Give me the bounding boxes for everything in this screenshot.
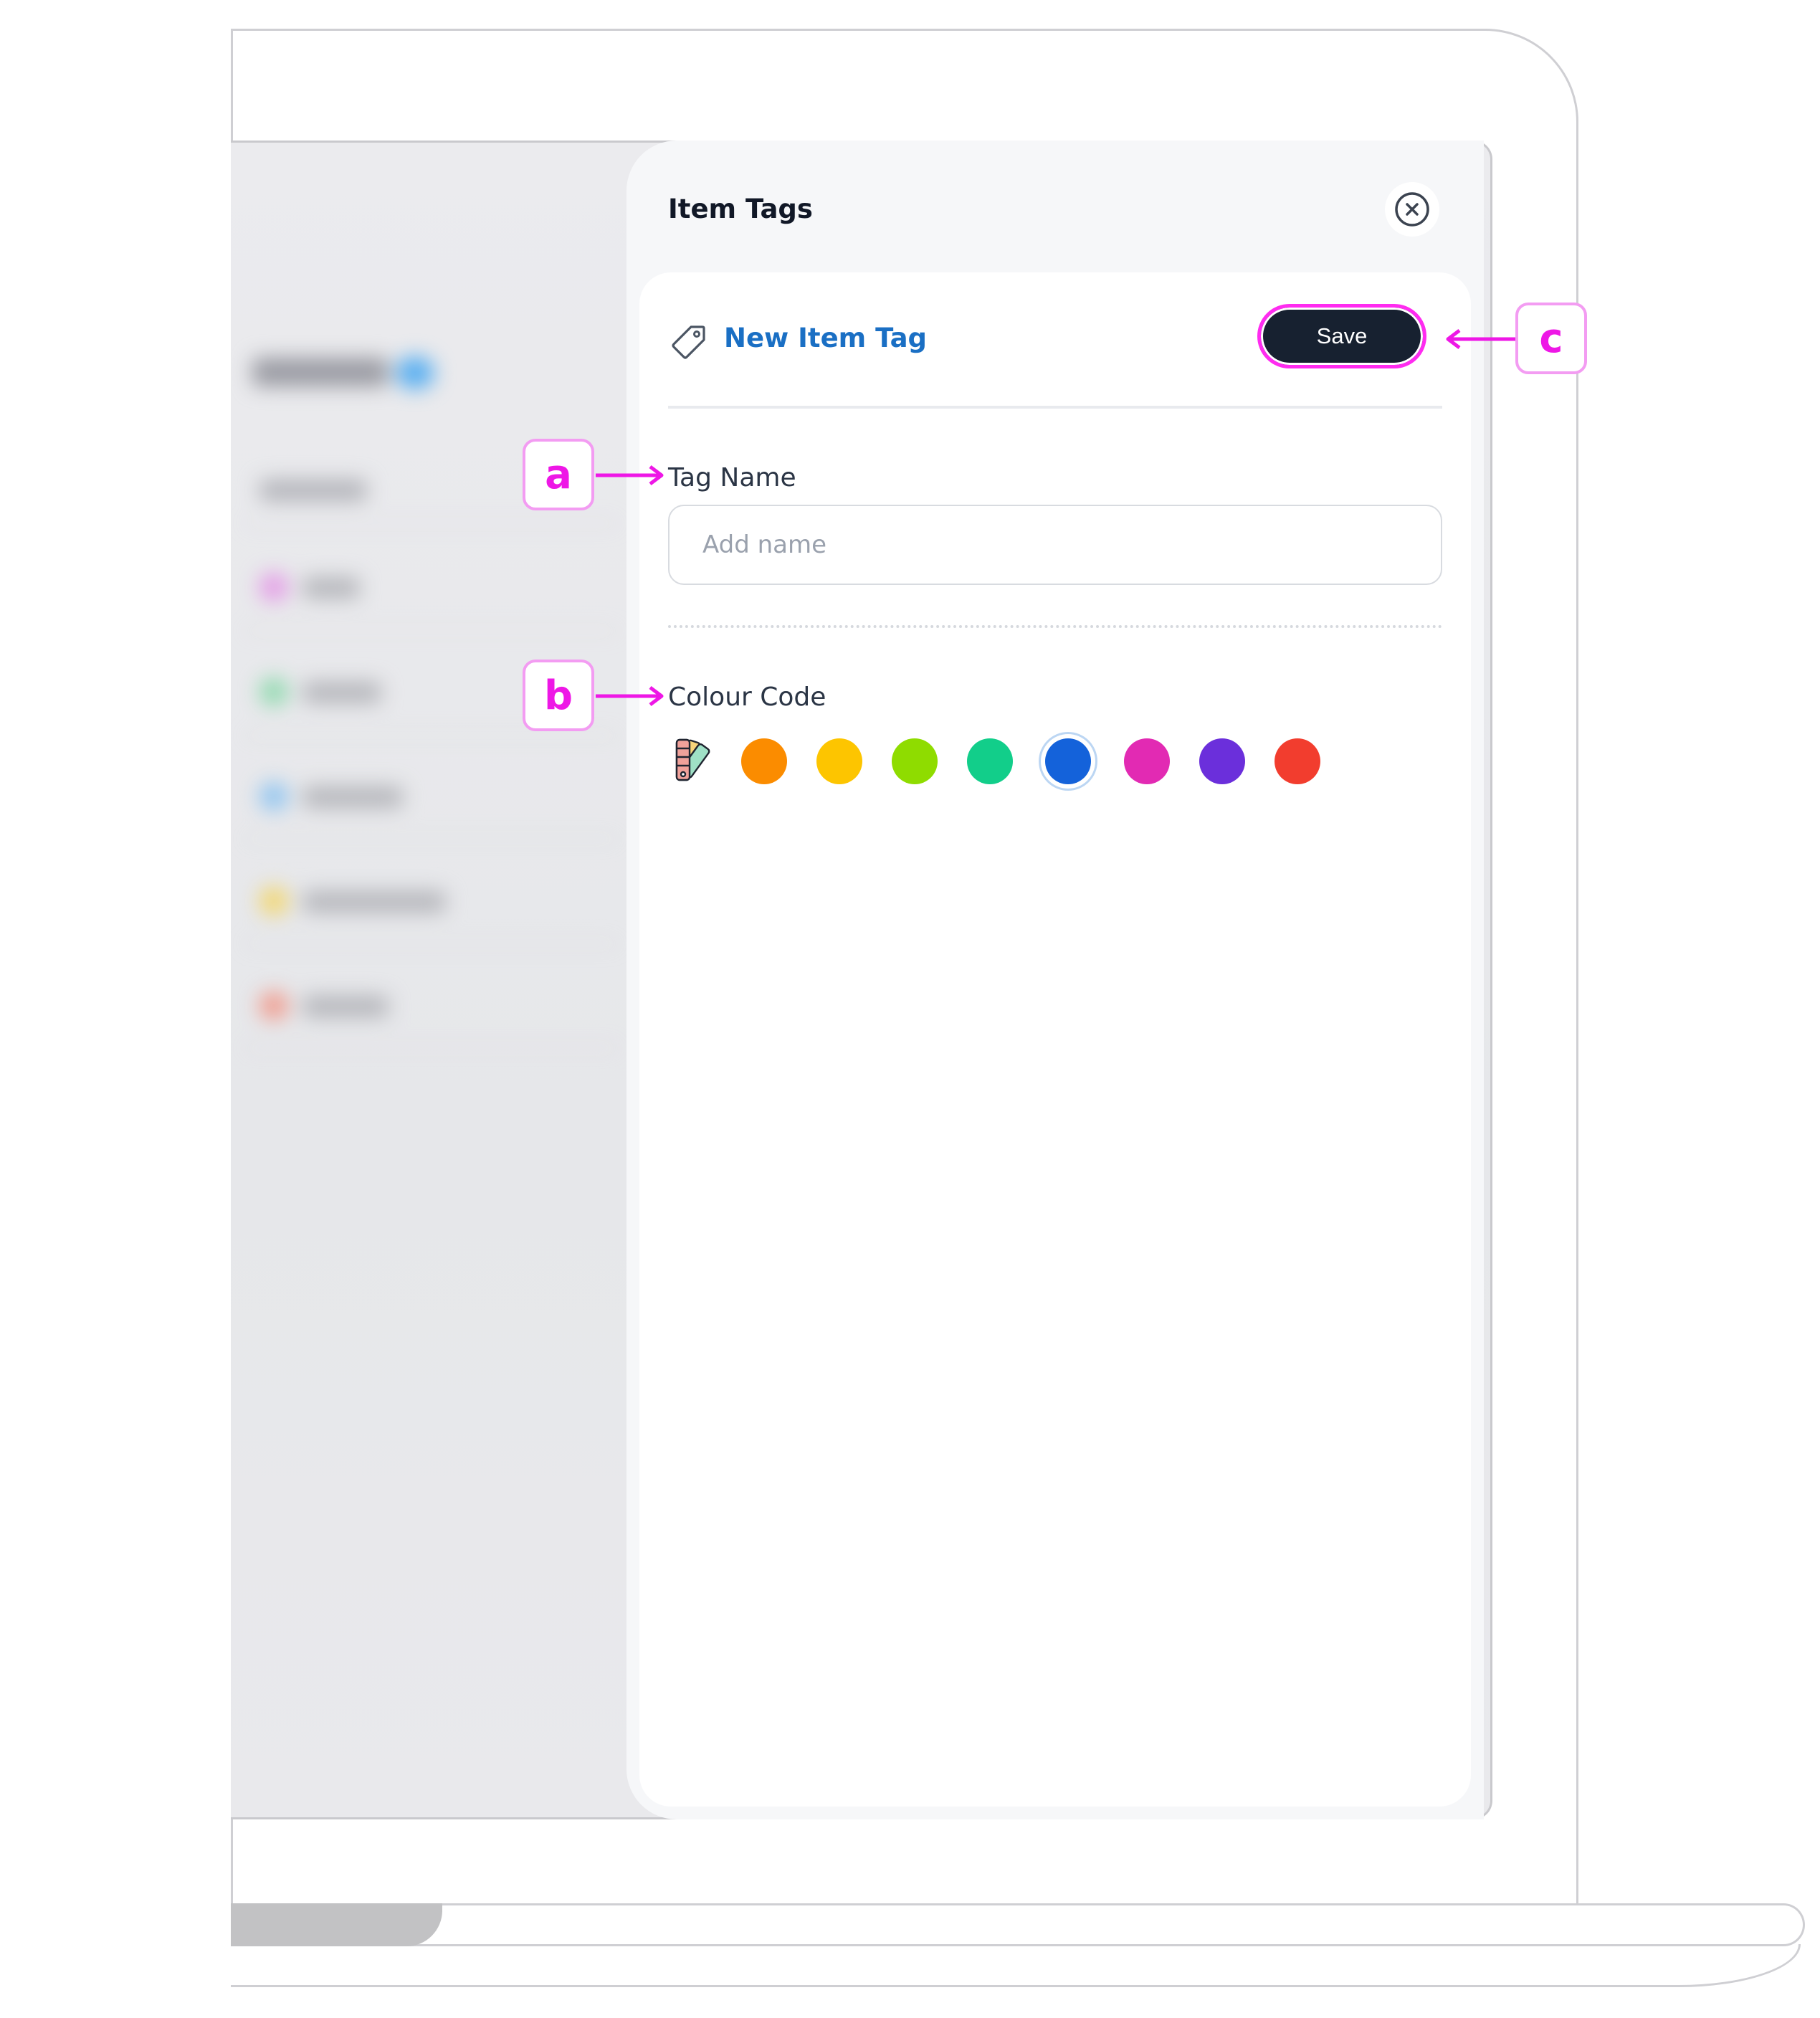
- laptop-bottom-edge: [231, 1944, 1801, 1987]
- laptop-base-notch: [231, 1903, 442, 1946]
- colour-code-label: Colour Code: [668, 682, 826, 712]
- swatch-blue[interactable]: [1045, 738, 1091, 784]
- annotation-arrow-a: [596, 465, 664, 485]
- swatch-red[interactable]: [1275, 738, 1320, 784]
- blurred-row: [302, 682, 381, 703]
- swatch-lime[interactable]: [892, 738, 938, 784]
- annotation-a: a: [523, 439, 594, 510]
- swatch-magenta[interactable]: [1124, 738, 1170, 784]
- blurred-row: [259, 480, 367, 501]
- blurred-divider: [245, 1047, 618, 1049]
- item-tags-panel: Item Tags New Item Tag Save Tag Name Col…: [626, 141, 1484, 1819]
- swatch-orange[interactable]: [741, 738, 787, 784]
- tag-icon: [672, 325, 705, 359]
- blurred-divider: [245, 838, 618, 839]
- blurred-background-app: [231, 143, 632, 1817]
- blurred-divider: [245, 735, 618, 736]
- blurred-badge: [396, 356, 434, 389]
- blurred-row: [302, 577, 360, 599]
- annotation-c: c: [1515, 303, 1587, 374]
- laptop-base: [231, 1903, 1805, 1946]
- blurred-dot: [259, 887, 288, 915]
- blurred-dot: [259, 782, 288, 811]
- blurred-title: [252, 358, 389, 386]
- tag-name-label: Tag Name: [668, 463, 796, 492]
- blurred-divider: [245, 943, 618, 944]
- blurred-dot: [259, 991, 288, 1020]
- blurred-row: [302, 996, 389, 1017]
- color-palette-icon[interactable]: [672, 737, 717, 784]
- blurred-divider: [245, 523, 618, 524]
- tag-name-input[interactable]: [668, 505, 1442, 585]
- header-divider: [668, 406, 1442, 409]
- blurred-row: [302, 786, 403, 808]
- dotted-divider: [668, 625, 1442, 628]
- blurred-row: [302, 891, 446, 913]
- blurred-dot: [259, 677, 288, 706]
- swatch-green[interactable]: [967, 738, 1013, 784]
- swatch-purple[interactable]: [1199, 738, 1245, 784]
- annotation-b: b: [523, 660, 594, 731]
- panel-title: Item Tags: [668, 194, 813, 224]
- blurred-dot: [259, 573, 288, 601]
- colour-swatches: [668, 731, 1457, 791]
- new-tag-card: New Item Tag Save Tag Name Colour Code: [639, 272, 1471, 1807]
- close-circle-icon: [1395, 192, 1429, 227]
- new-item-tag-heading: New Item Tag: [724, 323, 928, 353]
- annotation-arrow-c: [1446, 329, 1515, 349]
- annotation-arrow-b: [596, 686, 664, 706]
- save-button[interactable]: Save: [1257, 304, 1426, 368]
- blurred-divider: [245, 630, 618, 632]
- close-button[interactable]: [1385, 182, 1439, 237]
- swatch-amber[interactable]: [816, 738, 862, 784]
- save-button-label: Save: [1316, 323, 1368, 348]
